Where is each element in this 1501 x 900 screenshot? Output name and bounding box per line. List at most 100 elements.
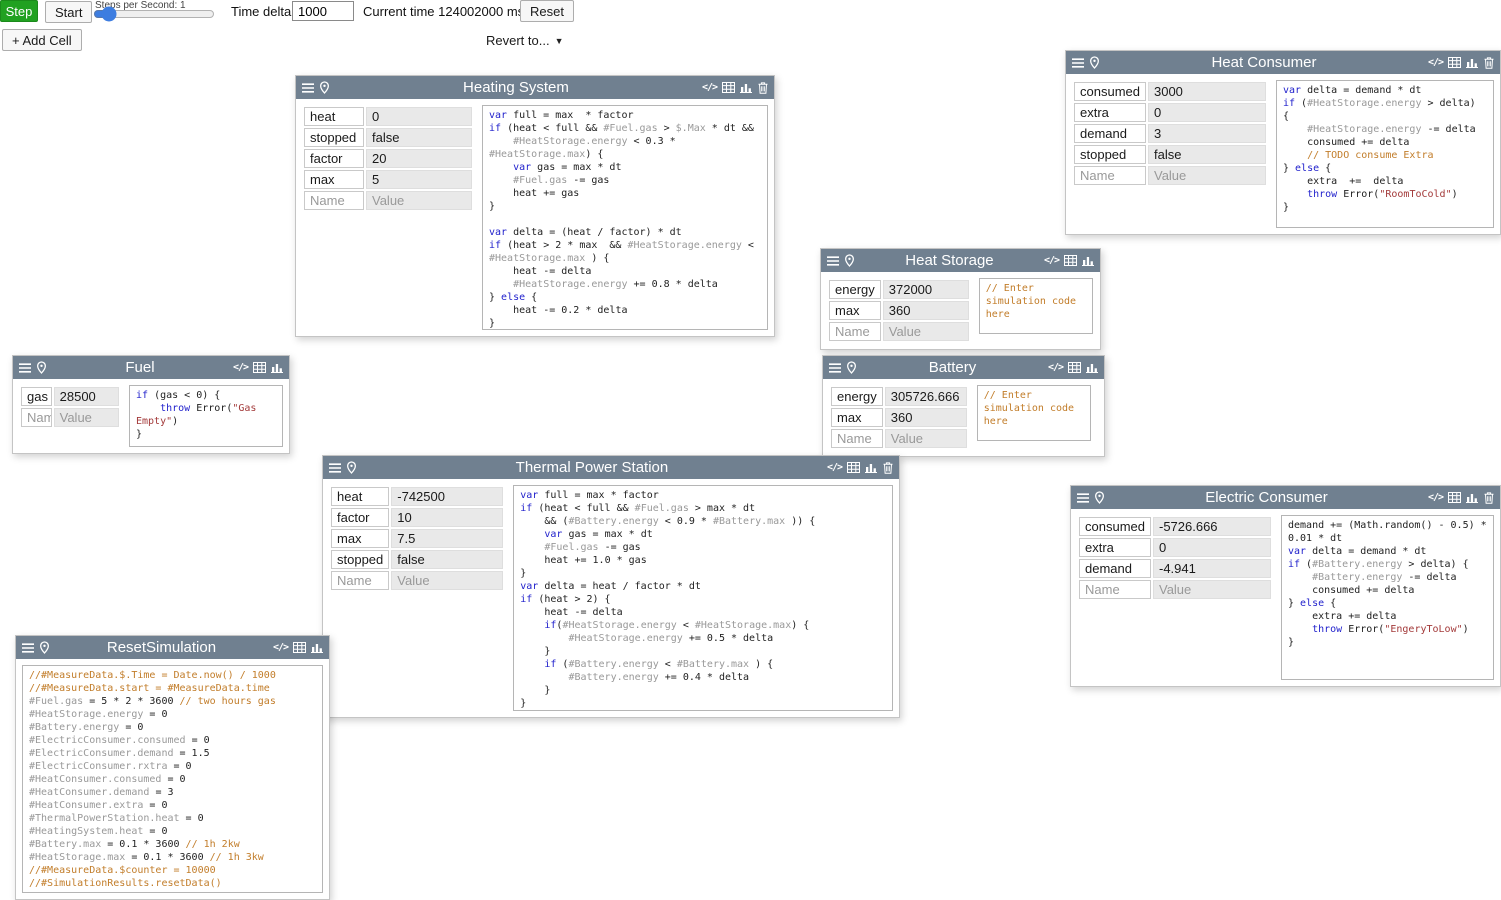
pin-icon[interactable] [844,249,855,272]
code-editor[interactable]: demand += (Math.random() - 0.5) * 0.01 *… [1281,515,1494,680]
property-value[interactable]: false [391,550,503,569]
add-cell-button[interactable]: + Add Cell [2,29,82,51]
property-value[interactable]: 0 [1148,103,1266,122]
table-view-icon[interactable] [1068,356,1081,379]
property-name[interactable]: consumed [1079,517,1151,536]
delete-icon[interactable] [757,76,768,99]
card-header[interactable]: Fuel </> [13,356,289,379]
property-name[interactable]: demand [1079,559,1151,578]
new-property-value-input[interactable]: Value [1148,166,1266,185]
property-name[interactable]: stopped [304,128,364,147]
table-view-icon[interactable] [722,76,735,99]
property-value[interactable]: 3000 [1148,82,1266,101]
table-view-icon[interactable] [1448,486,1461,509]
new-property-name-input[interactable]: Name [1079,580,1151,599]
property-name[interactable]: factor [304,149,364,168]
new-property-value-input[interactable]: Value [391,571,503,590]
property-name[interactable]: extra [1079,538,1151,557]
property-value[interactable]: 0 [1153,538,1271,557]
revert-dropdown[interactable]: Revert to... ▼ [486,33,564,48]
property-name[interactable]: factor [331,508,389,527]
card-header[interactable]: Battery </> [823,356,1104,379]
menu-icon[interactable] [1077,486,1089,509]
table-view-icon[interactable] [847,456,860,479]
property-name[interactable]: demand [1074,124,1146,143]
start-button[interactable]: Start [45,1,92,23]
new-property-name-input[interactable]: Name [831,429,883,448]
table-view-icon[interactable] [1064,249,1077,272]
new-property-value-input[interactable]: Value [54,408,119,427]
pin-icon[interactable] [36,356,47,379]
property-value[interactable]: 28500 [54,387,119,406]
code-view-icon[interactable]: </> [702,76,717,99]
code-view-icon[interactable]: </> [827,456,842,479]
property-name[interactable]: extra [1074,103,1146,122]
code-view-icon[interactable]: </> [273,636,288,659]
chart-view-icon[interactable] [1086,356,1098,379]
code-editor[interactable]: var delta = demand * dt if (#HeatStorage… [1276,80,1494,228]
code-view-icon[interactable]: </> [1428,486,1443,509]
menu-icon[interactable] [829,356,841,379]
menu-icon[interactable] [827,249,839,272]
property-value[interactable]: -5726.666 [1153,517,1271,536]
card-header[interactable]: ResetSimulation </> [16,636,329,659]
code-view-icon[interactable]: </> [1048,356,1063,379]
steps-per-second-slider[interactable] [93,8,215,20]
pin-icon[interactable] [1094,486,1105,509]
menu-icon[interactable] [19,356,31,379]
chart-view-icon[interactable] [1466,486,1478,509]
new-property-value-input[interactable]: Value [885,429,967,448]
chart-view-icon[interactable] [865,456,877,479]
menu-icon[interactable] [1072,51,1084,74]
property-name[interactable]: energy [831,387,883,406]
property-name[interactable]: gas [21,387,52,406]
new-property-name-input[interactable]: Name [21,408,52,427]
delete-icon[interactable] [882,456,893,479]
code-view-icon[interactable]: </> [1044,249,1059,272]
menu-icon[interactable] [302,76,314,99]
pin-icon[interactable] [346,456,357,479]
property-value[interactable]: 10 [391,508,503,527]
menu-icon[interactable] [22,636,34,659]
table-view-icon[interactable] [1448,51,1461,74]
step-button[interactable]: Step [0,0,38,22]
new-property-name-input[interactable]: Name [829,322,881,341]
card-header[interactable]: Heat Storage </> [821,249,1100,272]
property-name[interactable]: max [829,301,881,320]
property-value[interactable]: 360 [883,301,969,320]
property-value[interactable]: 7.5 [391,529,503,548]
new-property-name-input[interactable]: Name [304,191,364,210]
code-editor[interactable]: var full = max * factor if (heat < full … [482,105,768,330]
property-name[interactable]: heat [304,107,364,126]
new-property-name-input[interactable]: Name [331,571,389,590]
card-header[interactable]: Electric Consumer </> [1071,486,1500,509]
property-name[interactable]: max [831,408,883,427]
card-header[interactable]: Heat Consumer </> [1066,51,1500,74]
table-view-icon[interactable] [253,356,266,379]
reset-button[interactable]: Reset [520,0,574,22]
chart-view-icon[interactable] [1466,51,1478,74]
card-header[interactable]: Heating System </> [296,76,774,99]
pin-icon[interactable] [846,356,857,379]
pin-icon[interactable] [39,636,50,659]
pin-icon[interactable] [319,76,330,99]
property-value[interactable]: 0 [366,107,472,126]
new-property-name-input[interactable]: Name [1074,166,1146,185]
code-editor[interactable]: // Enter simulation code here [979,278,1093,334]
property-value[interactable]: false [366,128,472,147]
property-name[interactable]: stopped [331,550,389,569]
table-view-icon[interactable] [293,636,306,659]
property-name[interactable]: max [304,170,364,189]
time-delta-input[interactable] [292,1,354,21]
property-name[interactable]: energy [829,280,881,299]
property-value[interactable]: -742500 [391,487,503,506]
chart-view-icon[interactable] [271,356,283,379]
property-name[interactable]: consumed [1074,82,1146,101]
chart-view-icon[interactable] [740,76,752,99]
property-name[interactable]: max [331,529,389,548]
property-value[interactable]: 3 [1148,124,1266,143]
code-editor[interactable]: // Enter simulation code here [977,385,1091,441]
property-name[interactable]: heat [331,487,389,506]
property-value[interactable]: 305726.666 [885,387,967,406]
chart-view-icon[interactable] [311,636,323,659]
